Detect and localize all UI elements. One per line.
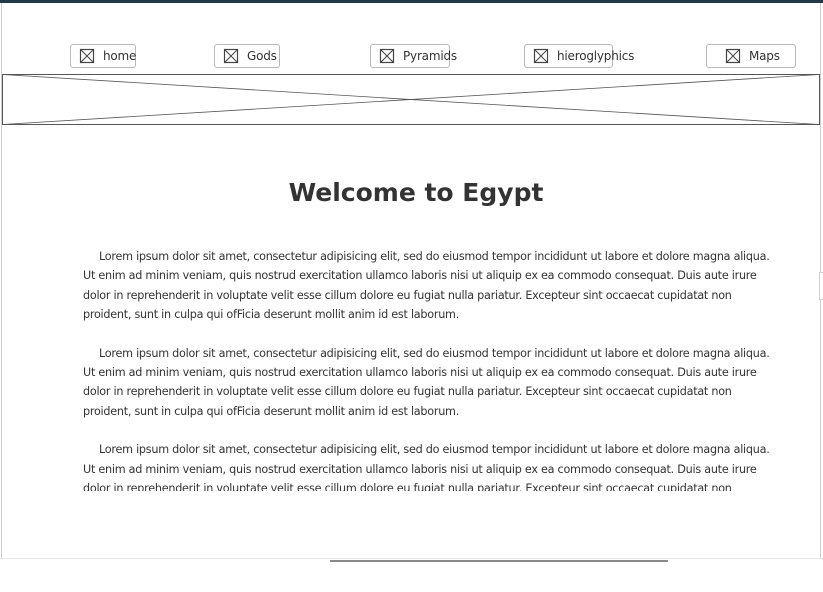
- nav-button-label: home: [103, 49, 137, 63]
- nav-button-label: hieroglyphics: [557, 49, 635, 63]
- image-placeholder-icon: [223, 48, 239, 64]
- page-title: Welcome to Egypt: [288, 178, 544, 207]
- image-placeholder-icon: [533, 48, 549, 64]
- nav-button-label: Gods: [247, 49, 277, 63]
- nav-button-label: Maps: [749, 49, 780, 63]
- nav-button-home[interactable]: home: [70, 44, 136, 68]
- scroll-handle[interactable]: [819, 272, 823, 300]
- image-placeholder-icon: [379, 48, 395, 64]
- body-paragraph: Lorem ipsum dolor sit amet, consectetur …: [83, 443, 770, 491]
- image-placeholder-icon: [2, 74, 820, 125]
- nav-button-gods[interactable]: Gods: [214, 44, 280, 68]
- image-placeholder-icon: [725, 48, 741, 64]
- top-bar: [0, 0, 823, 3]
- body-paragraph: Lorem ipsum dolor sit amet, consectetur …: [83, 346, 770, 418]
- nav-button-hieroglyphics[interactable]: hieroglyphics: [524, 44, 634, 68]
- page-frame-bottom: [0, 558, 823, 559]
- nav-button-maps[interactable]: Maps: [706, 44, 796, 68]
- banner-image-placeholder: [2, 74, 820, 125]
- body-paragraph: Lorem ipsum dolor sit amet, consectetur …: [83, 250, 770, 322]
- image-placeholder-icon: [79, 48, 95, 64]
- nav-button-pyramids[interactable]: Pyramids: [370, 44, 457, 68]
- horizontal-divider: [330, 560, 668, 562]
- content-area: Lorem ipsum dolor sit amet, consectetur …: [83, 247, 777, 491]
- nav-button-label: Pyramids: [403, 49, 457, 63]
